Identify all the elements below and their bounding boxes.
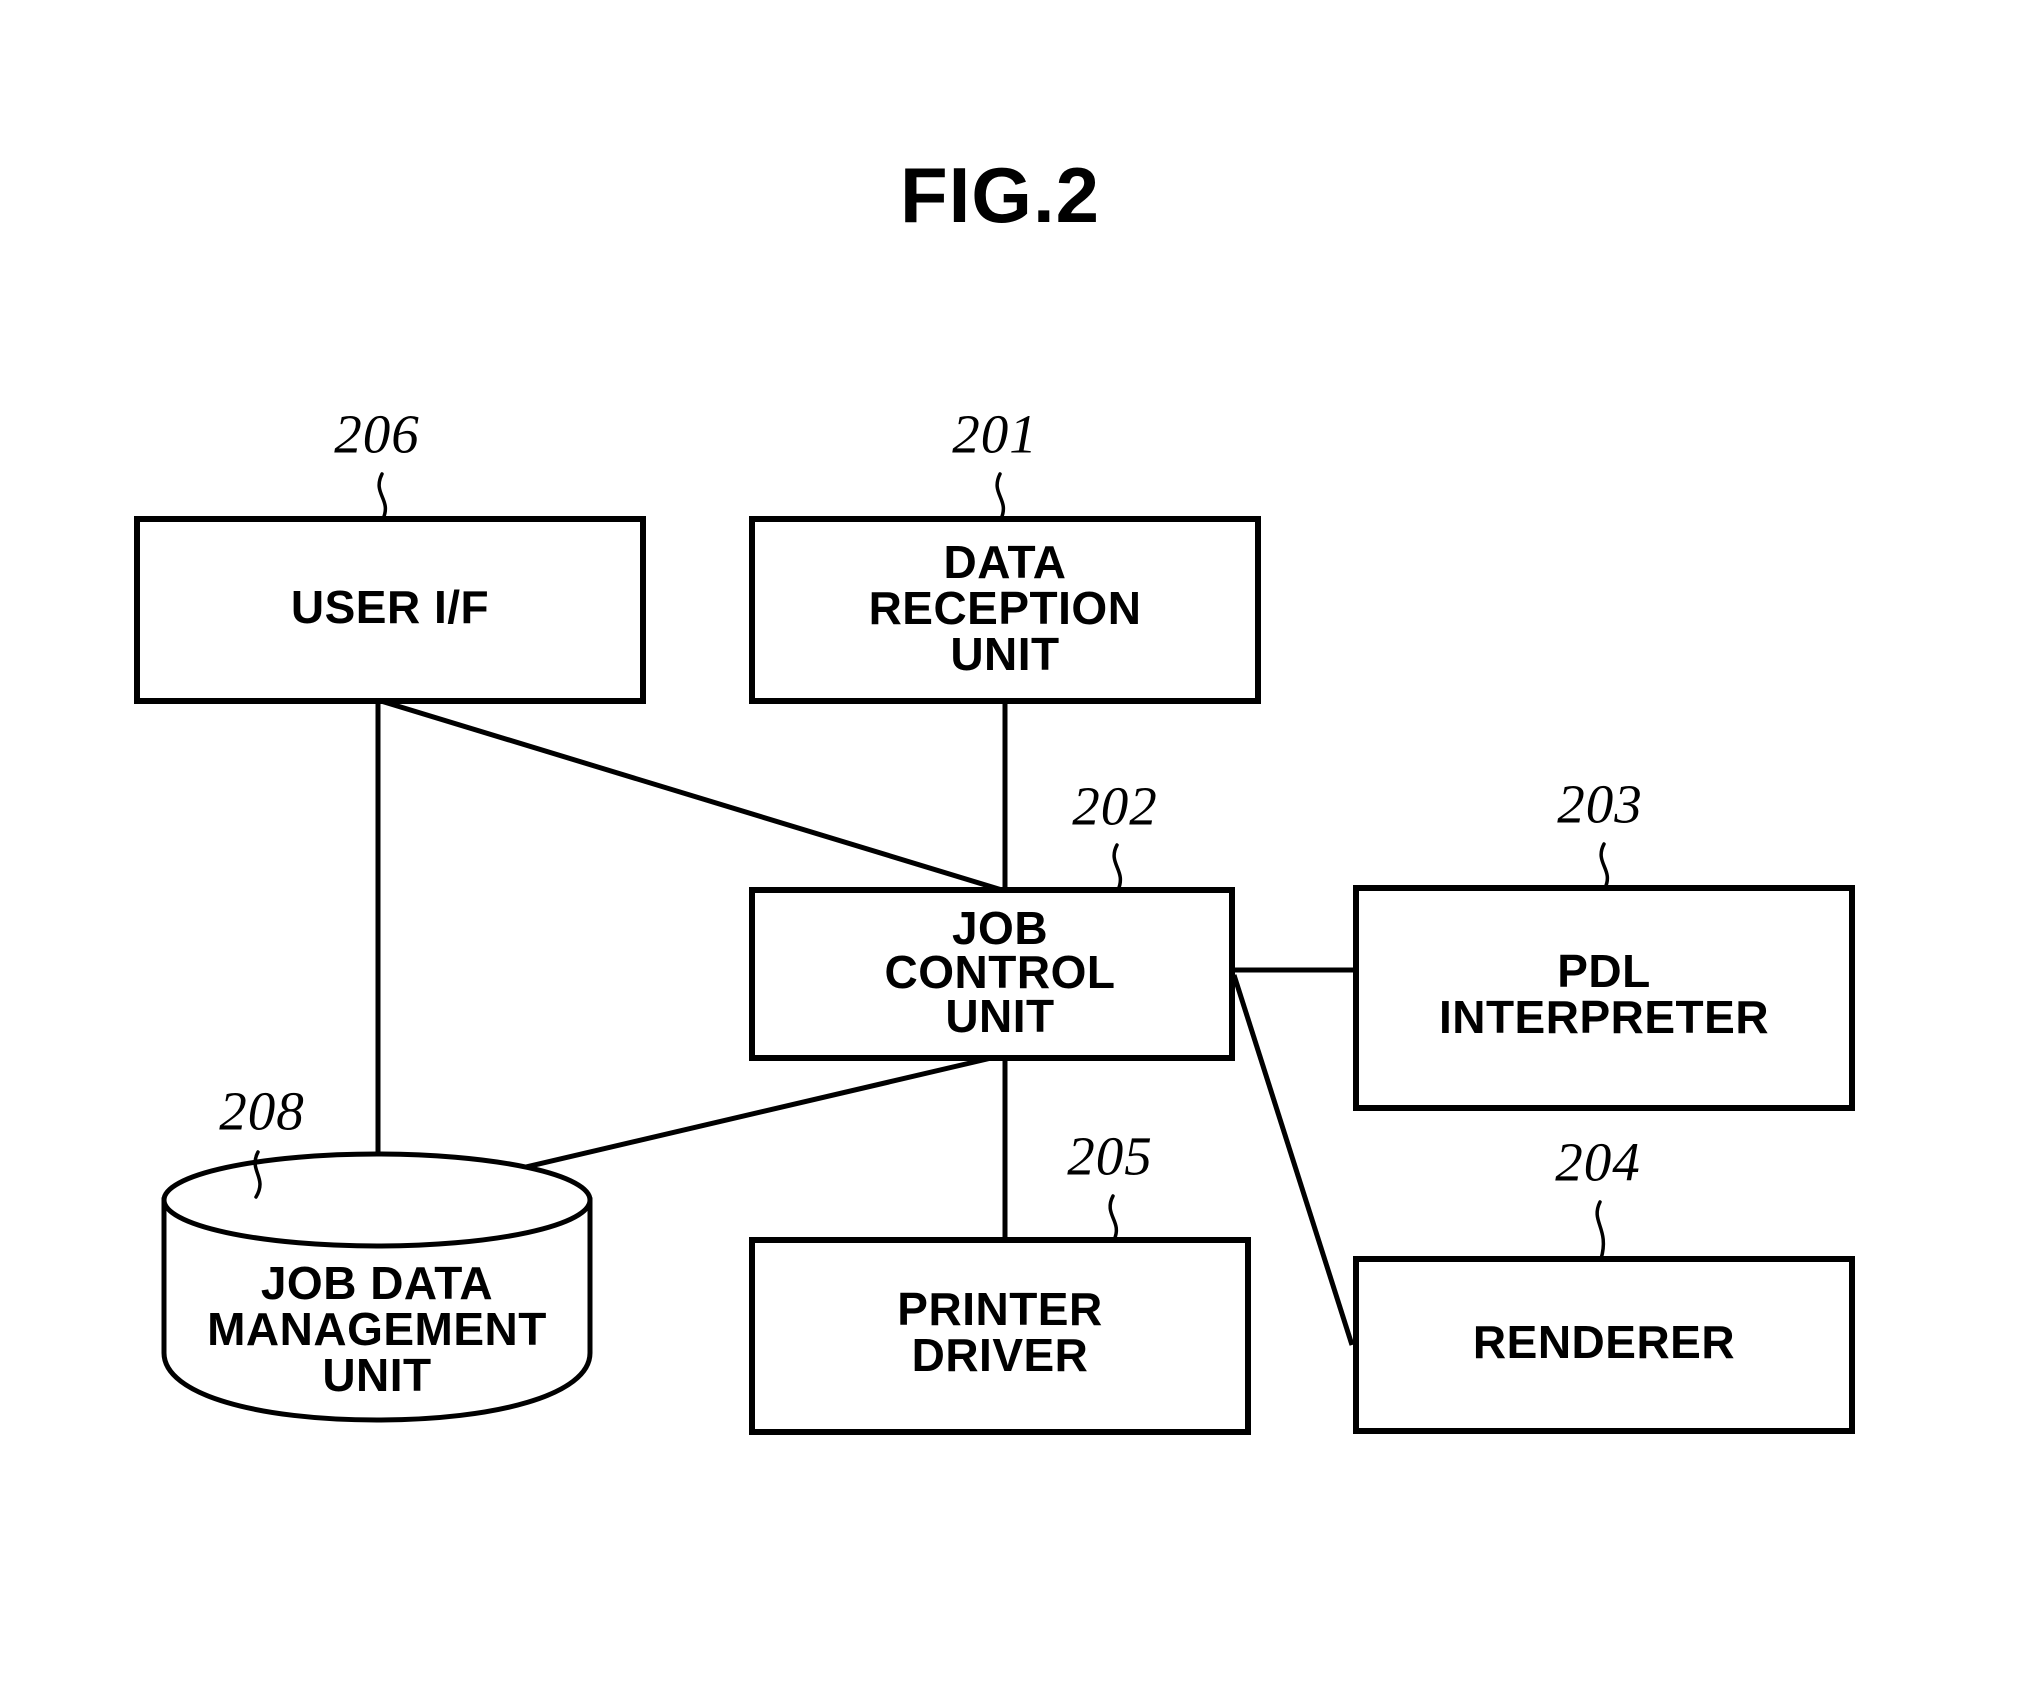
job-data-management-unit-label-line-2: MANAGEMENT <box>207 1303 547 1355</box>
leader-line-204 <box>1595 1200 1606 1261</box>
block-user-if[interactable]: USER I/F <box>134 516 646 704</box>
ref-number-205: 205 <box>1067 1126 1153 1187</box>
block-printer-driver[interactable]: PRINTER DRIVER <box>749 1237 1251 1435</box>
job-control-unit-label-line-3: UNIT <box>945 990 1054 1042</box>
data-reception-unit-label-line-2: RECEPTION <box>869 582 1142 634</box>
ref-203-group: 203 <box>1557 774 1643 890</box>
leader-line-201 <box>995 472 1006 521</box>
printer-driver-label-line-1: PRINTER <box>897 1283 1102 1335</box>
leader-line-202 <box>1112 843 1123 892</box>
connector-job-control-to-renderer <box>1231 974 1355 1346</box>
block-renderer[interactable]: RENDERER <box>1353 1256 1855 1434</box>
job-data-management-unit-cylinder-top <box>161 1151 593 1249</box>
ref-202-group: 202 <box>1072 776 1158 892</box>
ref-206-group: 206 <box>334 404 420 521</box>
renderer-label-line-1: RENDERER <box>1473 1316 1735 1368</box>
ref-number-208: 208 <box>219 1081 305 1142</box>
data-reception-unit-label-line-3: UNIT <box>950 628 1059 680</box>
ref-number-206: 206 <box>334 404 420 465</box>
figure-root: FIG.2 USER I/F 206 DATA RECEPTION UNIT 2… <box>0 0 2036 1692</box>
leader-line-206 <box>377 472 388 521</box>
figure-title: FIG.2 <box>900 151 1100 239</box>
ref-201-group: 201 <box>952 404 1038 521</box>
ref-204-group: 204 <box>1555 1132 1641 1261</box>
block-data-reception-unit[interactable]: DATA RECEPTION UNIT <box>749 516 1261 704</box>
block-job-data-management-unit[interactable]: JOB DATA MANAGEMENT UNIT <box>161 1151 593 1423</box>
pdl-interpreter-label-line-2: INTERPRETER <box>1439 991 1769 1043</box>
connector-user-if-to-job-control <box>380 698 1003 893</box>
ref-number-201: 201 <box>952 404 1038 465</box>
pdl-interpreter-label-line-1: PDL <box>1557 945 1651 997</box>
data-reception-unit-label-line-1: DATA <box>944 536 1067 588</box>
user-if-label-line-1: USER I/F <box>291 581 489 633</box>
job-data-management-unit-label-line-3: UNIT <box>322 1349 431 1401</box>
figure-diagram: FIG.2 USER I/F 206 DATA RECEPTION UNIT 2… <box>134 151 1855 1435</box>
ref-number-203: 203 <box>1557 774 1643 835</box>
ref-205-group: 205 <box>1067 1126 1153 1242</box>
leader-line-203 <box>1599 842 1609 890</box>
ref-number-202: 202 <box>1072 776 1158 837</box>
job-data-management-unit-label-line-1: JOB DATA <box>261 1257 493 1309</box>
block-job-control-unit[interactable]: JOB CONTROL UNIT <box>749 887 1235 1061</box>
leader-line-205 <box>1108 1194 1118 1242</box>
block-pdl-interpreter[interactable]: PDL INTERPRETER <box>1353 885 1855 1111</box>
ref-number-204: 204 <box>1555 1132 1641 1193</box>
printer-driver-label-line-2: DRIVER <box>912 1329 1089 1381</box>
